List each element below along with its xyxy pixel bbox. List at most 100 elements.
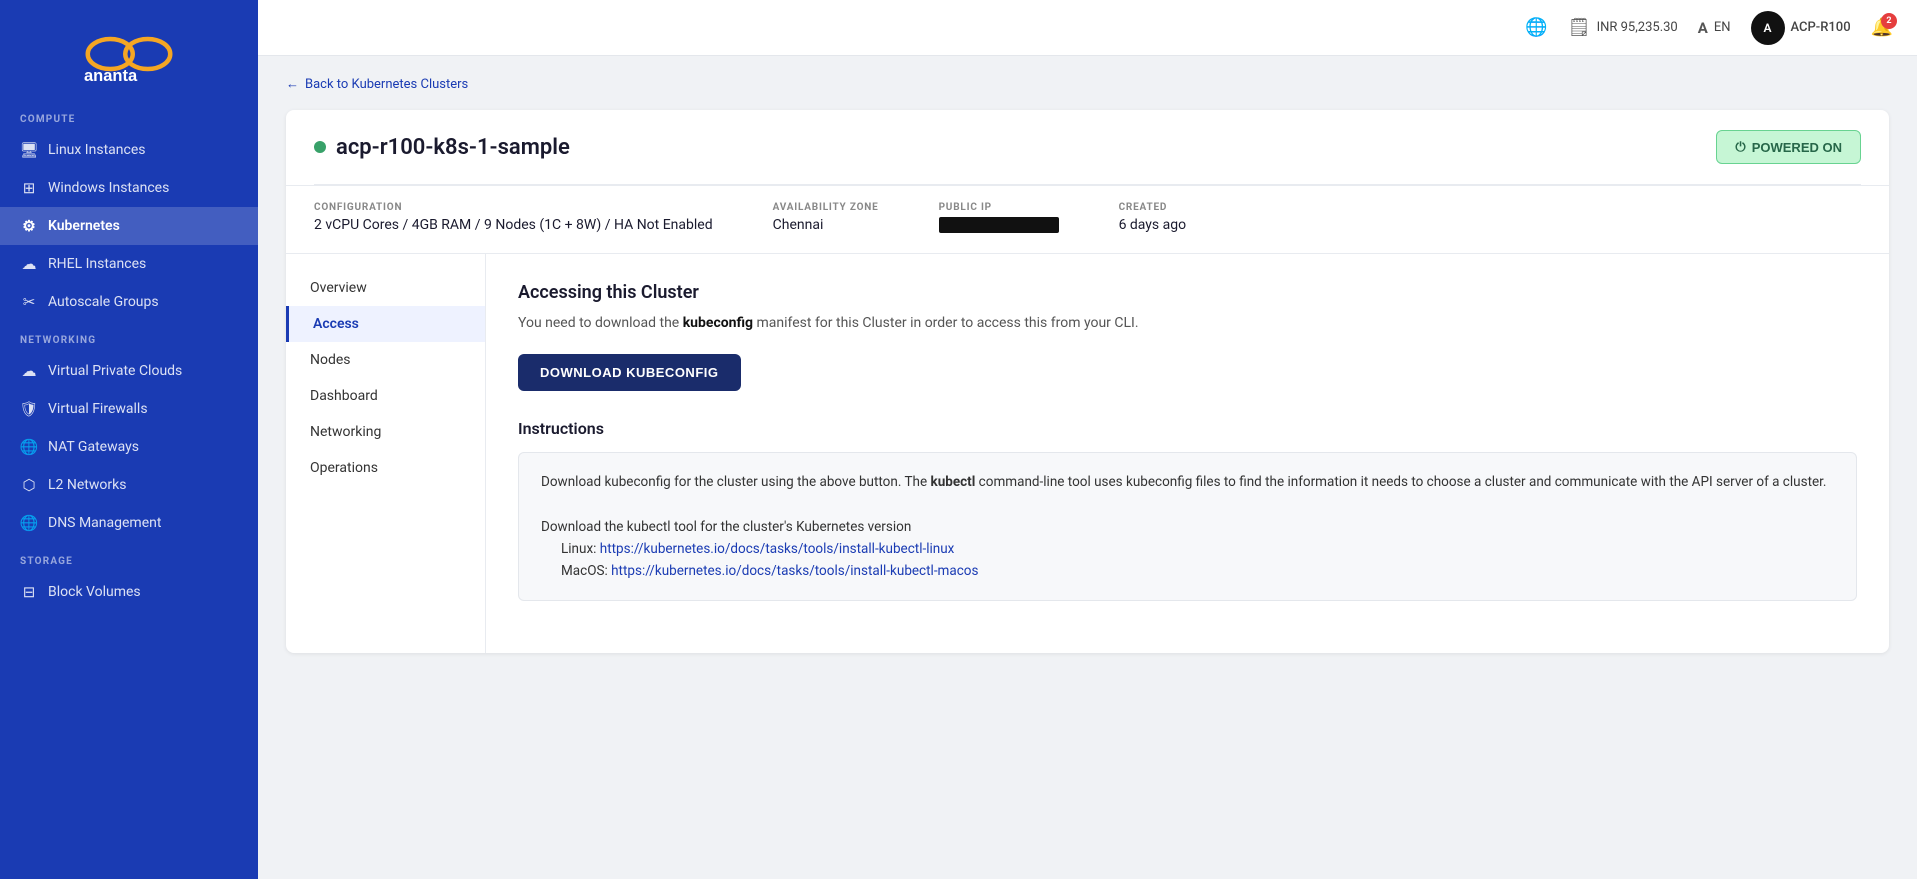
created-value: 6 days ago [1119, 217, 1187, 233]
sidenav-overview[interactable]: Overview [286, 270, 485, 306]
sidebar-item-dns-management[interactable]: 🌐 DNS Management [0, 504, 258, 542]
instructions-box: Download kubeconfig for the cluster usin… [518, 452, 1857, 601]
access-section-title: Accessing this Cluster [518, 282, 1857, 303]
windows-icon: ⊞ [20, 179, 38, 197]
sidebar-item-nat-gateways[interactable]: 🌐 NAT Gateways [0, 428, 258, 466]
linux-link[interactable]: https://kubernetes.io/docs/tasks/tools/i… [600, 541, 955, 557]
linux-link-line: Linux: https://kubernetes.io/docs/tasks/… [561, 538, 1834, 560]
instructions-line1: Download kubeconfig for the cluster usin… [541, 471, 1834, 493]
created-label: CREATED [1119, 202, 1187, 213]
sidenav-nodes[interactable]: Nodes [286, 342, 485, 378]
page-content: ← Back to Kubernetes Clusters acp-r100-k… [258, 56, 1917, 879]
macos-label: MacOS: [561, 563, 611, 579]
instr-part2: command-line tool uses kubeconfig files … [975, 474, 1826, 490]
vpc-icon: ☁ [20, 362, 38, 380]
sidebar-item-linux-instances[interactable]: 🖥 Linux Instances [0, 131, 258, 169]
kubectl-bold: kubectl [930, 474, 975, 490]
macos-link-line: MacOS: https://kubernetes.io/docs/tasks/… [561, 560, 1834, 582]
sidebar-item-label: NAT Gateways [48, 439, 139, 455]
sidebar-item-label: Block Volumes [48, 584, 141, 600]
user-item[interactable]: A ACP-R100 [1751, 11, 1851, 45]
language-icon: A [1698, 19, 1708, 37]
cluster-header: acp-r100-k8s-1-sample ⏻ POWERED ON [286, 110, 1889, 184]
config-group: CONFIGURATION 2 vCPU Cores / 4GB RAM / 9… [314, 202, 713, 237]
user-avatar: A [1751, 11, 1785, 45]
kubeconfig-bold: kubeconfig [683, 315, 753, 331]
back-link[interactable]: ← Back to Kubernetes Clusters [286, 76, 468, 92]
notification-badge: 2 [1881, 13, 1897, 29]
sidenav-dashboard[interactable]: Dashboard [286, 378, 485, 414]
sidebar-item-windows-instances[interactable]: ⊞ Windows Instances [0, 169, 258, 207]
ip-value [939, 217, 1059, 237]
sidebar-item-virtual-firewalls[interactable]: 🛡 Virtual Firewalls [0, 390, 258, 428]
billing-amount: INR 95,235.30 [1597, 20, 1678, 35]
sidebar-item-label: L2 Networks [48, 477, 126, 493]
sidebar-item-l2-networks[interactable]: ⬡ L2 Networks [0, 466, 258, 504]
sidebar-item-block-volumes[interactable]: ⊟ Block Volumes [0, 573, 258, 611]
macos-link[interactable]: https://kubernetes.io/docs/tasks/tools/i… [611, 563, 978, 579]
sidebar-item-rhel-instances[interactable]: ☁ RHEL Instances [0, 245, 258, 283]
billing-icon: 🗒 [1568, 17, 1591, 38]
kubernetes-icon: ⚙ [20, 217, 38, 235]
linux-label: Linux: [561, 541, 600, 557]
cluster-body: Overview Access Nodes Dashboard Networki… [286, 253, 1889, 653]
l2-icon: ⬡ [20, 476, 38, 494]
language-item[interactable]: A EN [1698, 19, 1731, 37]
powered-on-button[interactable]: ⏻ POWERED ON [1716, 130, 1861, 164]
cluster-meta: CONFIGURATION 2 vCPU Cores / 4GB RAM / 9… [286, 185, 1889, 253]
access-section-desc: You need to download the kubeconfig mani… [518, 313, 1857, 334]
autoscale-icon: ✂ [20, 293, 38, 311]
sidebar-item-label: Windows Instances [48, 180, 169, 196]
cluster-card: acp-r100-k8s-1-sample ⏻ POWERED ON CONFI… [286, 110, 1889, 653]
globe-topbar-icon: 🌐 [1525, 17, 1547, 38]
sidenav-operations[interactable]: Operations [286, 450, 485, 486]
topbar: 🌐 🗒 INR 95,235.30 A EN A ACP-R100 🔔 2 [258, 0, 1917, 56]
desc-part1: You need to download the [518, 315, 683, 331]
sidebar-item-autoscale-groups[interactable]: ✂ Autoscale Groups [0, 283, 258, 321]
instr-part1: Download kubeconfig for the cluster usin… [541, 474, 930, 490]
globe-topbar-item[interactable]: 🌐 [1525, 17, 1547, 38]
ip-label: PUBLIC IP [939, 202, 1059, 213]
section-label-storage: STORAGE [0, 542, 258, 573]
sidenav-access[interactable]: Access [286, 306, 485, 342]
sidebar-item-label: Virtual Firewalls [48, 401, 148, 417]
back-link-label: Back to Kubernetes Clusters [305, 77, 468, 92]
nat-icon: 🌐 [20, 438, 38, 456]
sidebar: ananta STPI CLOUD SERVICES COMPUTE 🖥 Lin… [0, 0, 258, 879]
instructions-line2: Download the kubectl tool for the cluste… [541, 516, 1834, 538]
cluster-sidenav: Overview Access Nodes Dashboard Networki… [286, 254, 486, 653]
instructions-title: Instructions [518, 419, 1857, 438]
status-dot [314, 141, 326, 153]
section-label-compute: COMPUTE [0, 100, 258, 131]
user-name: ACP-R100 [1791, 20, 1851, 35]
sidebar-item-label: Virtual Private Clouds [48, 363, 182, 379]
linux-icon: 🖥 [20, 141, 38, 159]
cluster-title: acp-r100-k8s-1-sample [314, 135, 570, 160]
language-label: EN [1714, 20, 1731, 35]
svg-text:ananta: ananta [84, 67, 138, 84]
powered-on-label: POWERED ON [1752, 140, 1842, 155]
sidebar-item-virtual-private-clouds[interactable]: ☁ Virtual Private Clouds [0, 352, 258, 390]
cluster-name: acp-r100-k8s-1-sample [336, 135, 570, 160]
config-label: CONFIGURATION [314, 202, 713, 213]
sidebar-item-kubernetes[interactable]: ⚙ Kubernetes [0, 207, 258, 245]
block-volumes-icon: ⊟ [20, 583, 38, 601]
sidebar-item-label: DNS Management [48, 515, 161, 531]
dns-icon: 🌐 [20, 514, 38, 532]
billing-item[interactable]: 🗒 INR 95,235.30 [1568, 17, 1678, 38]
ip-group: PUBLIC IP [939, 202, 1059, 237]
desc-part2: manifest for this Cluster in order to ac… [753, 315, 1139, 331]
back-arrow-icon: ← [286, 76, 299, 92]
ip-redacted [939, 217, 1059, 233]
section-label-networking: NETWORKING [0, 321, 258, 352]
main-area: 🌐 🗒 INR 95,235.30 A EN A ACP-R100 🔔 2 ← … [258, 0, 1917, 879]
config-value: 2 vCPU Cores / 4GB RAM / 9 Nodes (1C + 8… [314, 217, 713, 233]
notifications-item[interactable]: 🔔 2 [1871, 17, 1893, 38]
instructions-links: Linux: https://kubernetes.io/docs/tasks/… [541, 538, 1834, 583]
az-group: AVAILABILITY ZONE Chennai [773, 202, 879, 237]
sidenav-networking[interactable]: Networking [286, 414, 485, 450]
sidebar-item-label: RHEL Instances [48, 256, 146, 272]
sidebar-item-label: Autoscale Groups [48, 294, 159, 310]
download-kubeconfig-button[interactable]: DOWNLOAD KUBECONFIG [518, 354, 741, 391]
rhel-icon: ☁ [20, 255, 38, 273]
